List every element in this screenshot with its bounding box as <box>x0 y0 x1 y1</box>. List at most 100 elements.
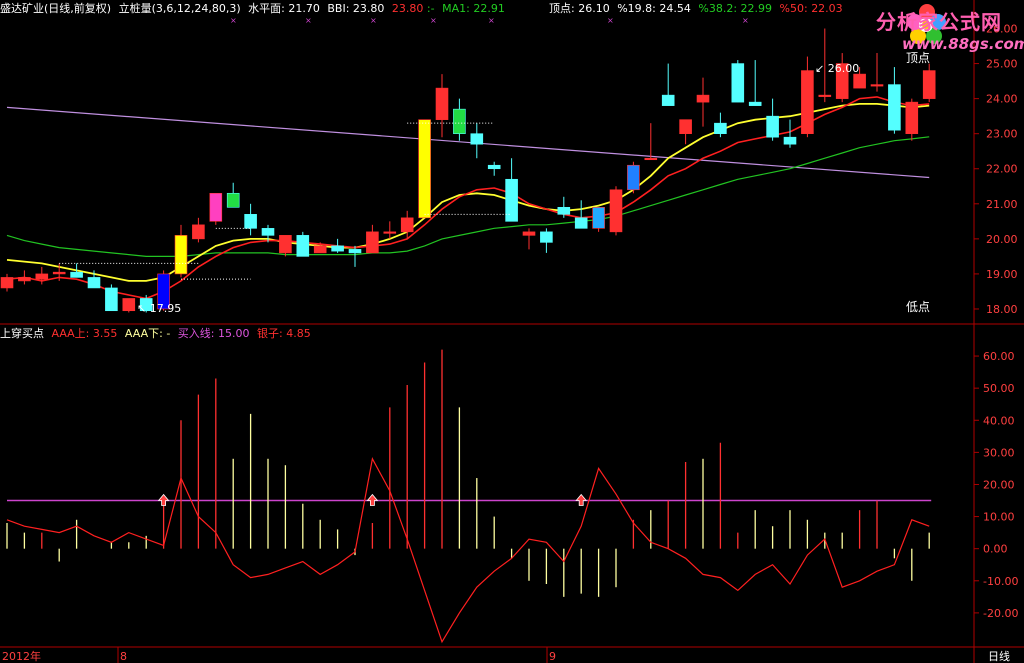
indicator-tick-label: -10.00 <box>983 575 1018 588</box>
indicator-line <box>6 457 930 644</box>
top-indicator-header: 盛达矿业(日线,前复权) 立桩量(3,6,12,24,80,3) 水平面: 21… <box>0 1 509 17</box>
candle-body <box>870 84 884 87</box>
candle-body <box>0 277 14 289</box>
price-tick-label: 25.00 <box>986 58 1018 71</box>
candle-body <box>766 115 779 138</box>
candle-body <box>783 136 797 145</box>
candle-body <box>70 271 83 278</box>
candle-body <box>644 157 658 161</box>
candle-body <box>696 94 710 103</box>
ma1-label: MA1: <box>442 2 470 15</box>
footer-year: 2012年 <box>2 649 41 663</box>
footer-month-9: 9 <box>549 650 556 663</box>
candle-body <box>487 164 501 170</box>
candle-body <box>888 84 901 131</box>
top-point-label: 顶点: <box>549 2 575 15</box>
footer-month-8: 8 <box>120 650 127 663</box>
price-tick-label: 19.00 <box>986 268 1018 281</box>
indicator-tick-label: 50.00 <box>983 382 1015 395</box>
price-tick-label: 18.00 <box>986 303 1018 316</box>
price-tick-label: 23.00 <box>986 128 1018 141</box>
candle-body <box>279 235 292 254</box>
lower-indicator-header: 上穿买点 AAA上: 3.55 AAA下: - 买入线: 15.00 银子: 4… <box>0 326 315 342</box>
aaa-up-value: 3.55 <box>92 327 118 340</box>
price-value: 23.80 <box>391 2 424 15</box>
indicator-tick-label: -20.00 <box>983 607 1018 620</box>
candle-body <box>296 235 310 257</box>
candle-body <box>470 133 484 145</box>
indicator-name[interactable]: 立桩量(3,6,12,24,80,3) <box>119 2 241 15</box>
bbi-label: BBI: <box>327 2 350 15</box>
candle-body <box>18 277 31 282</box>
price-tick-label: 21.00 <box>986 198 1018 211</box>
candle-body <box>35 273 49 280</box>
candle-body <box>818 94 832 97</box>
candle-body <box>226 192 240 208</box>
aaa-down-value: - <box>166 327 171 340</box>
fib-header: 顶点: 26.10 %19.8: 24.54 %38.2: 22.99 %50:… <box>549 1 847 17</box>
candle-body <box>400 217 414 233</box>
candle-body <box>661 94 675 106</box>
buy-arrow-icon <box>157 493 170 506</box>
lower-indicator-name[interactable]: 上穿买点 <box>0 327 44 340</box>
candle-body <box>192 224 205 240</box>
price-suffix: :- <box>426 2 435 15</box>
candle-body <box>453 108 466 134</box>
aaa-down-label: AAA下: <box>124 327 163 340</box>
logo-text: 分析家公式网 <box>876 10 1002 34</box>
candle-body <box>731 63 745 103</box>
low-point-annotation: 低点 <box>906 300 930 314</box>
header-marker: × <box>305 16 312 25</box>
price-tick-label: 20.00 <box>986 233 1018 246</box>
indicator-tick-label: 0.00 <box>983 543 1008 556</box>
bbi-value: 23.80 <box>352 2 385 15</box>
candle-body <box>853 73 866 89</box>
indicator-tick-label: 10.00 <box>983 511 1015 524</box>
candle-body <box>679 119 692 134</box>
ma1-value: 22.91 <box>473 2 505 15</box>
fib2-value: 22.99 <box>740 2 773 15</box>
candle-body <box>261 228 275 236</box>
ma-green-line <box>6 136 930 257</box>
candle-body <box>209 192 223 222</box>
candle-body <box>435 87 449 120</box>
candle-body <box>801 70 814 134</box>
indicator-tick-label: 40.00 <box>983 414 1015 427</box>
stock-name[interactable]: 盛达矿业(日线,前复权) <box>0 2 111 15</box>
level-value: 21.70 <box>288 2 320 15</box>
buy-arrow-icon <box>575 493 588 506</box>
header-marker: × <box>430 16 437 25</box>
price-tick-label: 24.00 <box>986 93 1018 106</box>
candle-body <box>383 231 397 234</box>
fib1-label: %19.8: <box>617 2 656 15</box>
buy-line-label: 买入线: <box>177 327 215 340</box>
header-marker: × <box>230 16 237 25</box>
candle-body <box>574 217 588 229</box>
candle-body <box>174 235 188 275</box>
level-label: 水平面: <box>248 2 285 15</box>
fib1-value: 24.54 <box>659 2 691 15</box>
indicator-tick-label: 60.00 <box>983 350 1015 363</box>
top-point-value: 26.10 <box>578 2 610 15</box>
ma-red-line <box>6 96 930 300</box>
candle-body <box>522 231 536 236</box>
candle-body <box>714 122 727 134</box>
ma-yellow-line <box>6 103 930 282</box>
candle-body <box>905 101 919 134</box>
fib2-label: %38.2: <box>698 2 738 15</box>
candle-body <box>122 298 136 312</box>
buy-line-value: 15.00 <box>218 327 250 340</box>
top-price-annotation: ↙ 26.00 <box>815 62 859 75</box>
footer-period: 日线 <box>988 649 1010 663</box>
candle-body <box>87 277 101 289</box>
candle-body <box>331 245 344 252</box>
logo-url: www.88gs.com <box>902 35 1024 53</box>
buy-arrow-icon <box>366 493 379 506</box>
candle-body <box>540 231 553 243</box>
silver-label: 银子: <box>257 327 283 340</box>
fib3-label: %50: <box>779 2 808 15</box>
candle-body <box>366 231 379 254</box>
candle-body <box>244 214 257 229</box>
candle-body <box>592 207 605 229</box>
header-marker: × <box>370 16 377 25</box>
